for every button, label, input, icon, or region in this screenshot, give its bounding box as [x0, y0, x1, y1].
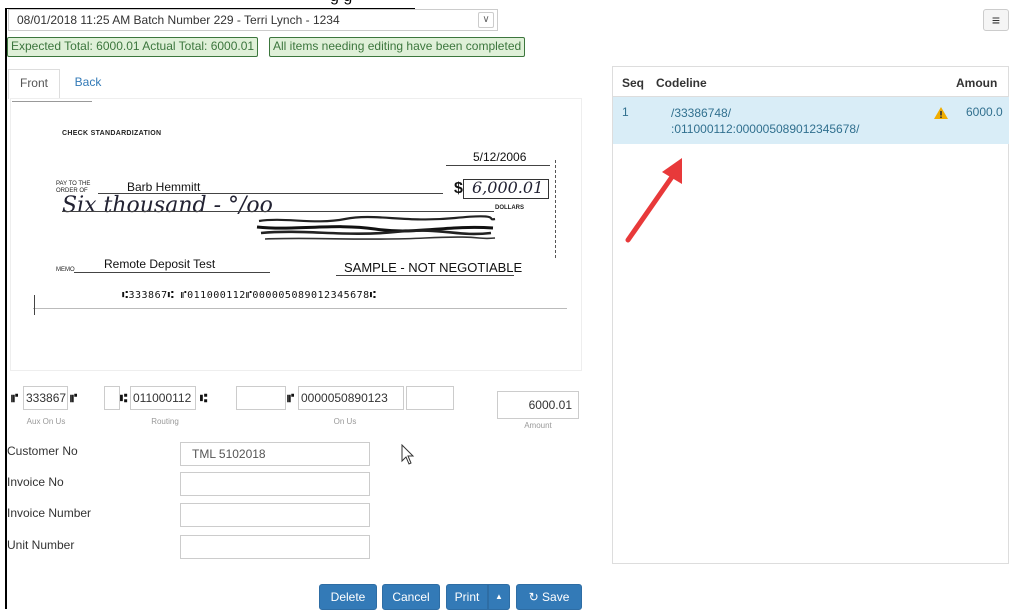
unit-number-input[interactable] [180, 535, 370, 559]
invoice-number-label: Invoice Number [7, 506, 92, 520]
micr-onus-symbol: ⑈ [70, 391, 78, 405]
check-payee: Barb Hemmitt [127, 180, 201, 194]
micr-blank-input[interactable] [104, 386, 120, 410]
column-header-codeline: Codeline [656, 76, 707, 90]
invoice-no-label: Invoice No [7, 475, 64, 489]
amount-caption: Amount [524, 421, 552, 430]
check-memo-label: MEMO [56, 267, 75, 273]
customer-no-label: Customer No [7, 444, 78, 458]
hamburger-icon: ≡ [991, 12, 1001, 28]
check-written-amount: Six thousand - °/oo [62, 193, 273, 218]
aux-on-us-input[interactable]: 333867 [23, 386, 68, 410]
check-left-tick [34, 295, 35, 315]
warning-icon[interactable] [933, 106, 949, 120]
customer-no-input[interactable]: TML 5102018 [180, 442, 370, 466]
aux-on-us-caption: Aux On Us [26, 417, 66, 426]
micr-blank-input[interactable] [236, 386, 286, 410]
micr-transit-symbol: ⑆ [200, 391, 208, 405]
amount-input[interactable]: 6000.01 [497, 391, 579, 419]
column-header-seq: Seq [622, 76, 645, 90]
check-dollar-sign: $ [454, 180, 463, 197]
check-title: CHECK STANDARDIZATION [62, 130, 162, 137]
print-options-button[interactable]: ▲ [488, 584, 510, 610]
on-us-caption: On Us [333, 417, 357, 426]
check-dollars-label: DOLLARS [495, 205, 524, 211]
annotation-arrow-icon [625, 158, 682, 243]
micr-onus-symbol: ⑈ [11, 391, 19, 405]
check-security-border [555, 160, 556, 260]
check-signature-scribble [256, 215, 496, 240]
check-bottom-edge [33, 308, 567, 309]
chevron-down-icon[interactable]: ∨ [478, 12, 494, 28]
micr-blank-input[interactable] [406, 386, 454, 410]
check-date-line [446, 165, 550, 166]
caret-up-icon: ▲ [495, 592, 503, 601]
menu-button[interactable]: ≡ [983, 9, 1009, 31]
check-sample-text: SAMPLE - NOT NEGOTIABLE [344, 260, 523, 275]
table-cell-codeline: /33386748/ :011000112:000005089012345678… [671, 105, 891, 137]
check-memo-text: Remote Deposit Test [104, 257, 216, 271]
codeline-line-2: :011000112:000005089012345678/ [671, 122, 860, 136]
totals-status-badge: Expected Total: 6000.01 Actual Total: 60… [7, 37, 259, 57]
check-micr-line: ⑆333867⑆ ⑈011000112⑈000005089012345678⑆ [122, 290, 377, 301]
routing-caption: Routing [151, 417, 179, 426]
check-amount-handwritten: 6,000.01 [472, 178, 544, 197]
micr-transit-symbol: ⑆ [120, 391, 128, 405]
codeline-line-1: /33386748/ [671, 106, 732, 120]
cropped-caption-text: g g [330, 0, 730, 5]
check-memo-line [74, 272, 270, 273]
invoice-number-input[interactable] [180, 503, 370, 527]
check-sample-line [336, 275, 514, 276]
check-top-edge [12, 101, 92, 102]
editing-status-badge: All items needing editing have been comp… [269, 37, 526, 57]
unit-number-label: Unit Number [7, 538, 75, 552]
check-date: 5/12/2006 [473, 150, 527, 164]
micr-onus-symbol: ⑈ [287, 391, 295, 405]
table-cell-amount: 6000.0 [966, 105, 1003, 119]
routing-input[interactable]: 011000112 [130, 386, 196, 410]
column-header-amount: Amoun [956, 76, 998, 90]
check-written-line [62, 211, 494, 212]
on-us-input[interactable]: 0000050890123 [298, 386, 404, 410]
print-button[interactable]: Print [446, 584, 488, 610]
tab-back[interactable]: Back [68, 69, 108, 99]
mouse-cursor-icon [401, 444, 415, 465]
invoice-no-input[interactable] [180, 472, 370, 496]
table-cell-seq: 1 [622, 105, 629, 119]
tab-front[interactable]: Front [8, 69, 60, 99]
batch-select-value: 08/01/2018 11:25 AM Batch Number 229 - T… [17, 13, 340, 27]
cancel-button[interactable]: Cancel [382, 584, 440, 610]
delete-button[interactable]: Delete [319, 584, 377, 610]
save-button[interactable]: ↻ Save [516, 584, 582, 610]
